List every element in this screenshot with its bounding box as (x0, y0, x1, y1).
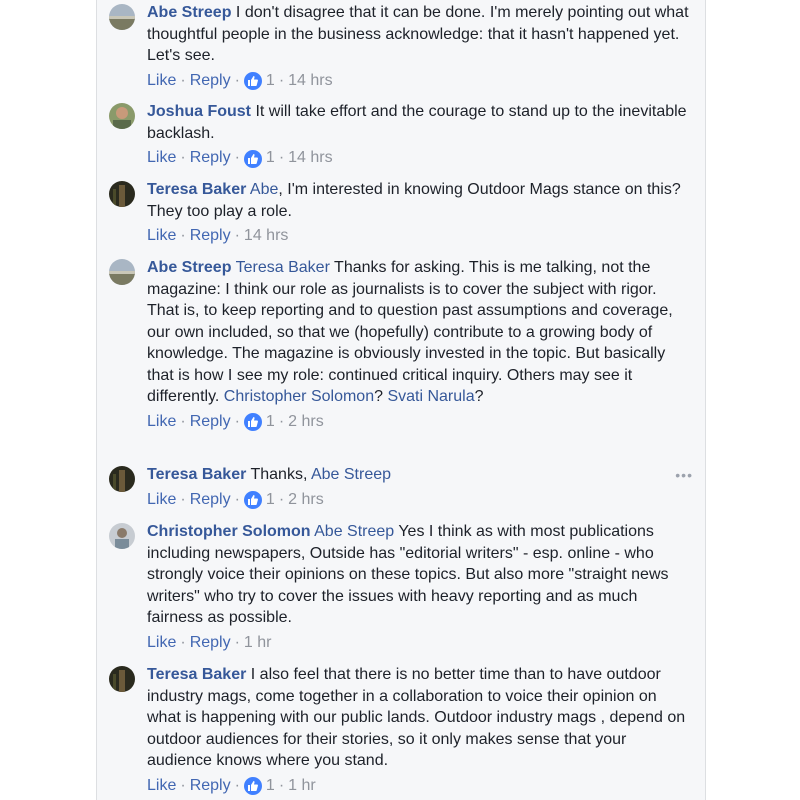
like-button[interactable]: Like (147, 411, 176, 432)
like-button[interactable]: Like (147, 70, 176, 91)
reply-button[interactable]: Reply (190, 632, 231, 653)
timestamp[interactable]: 14 hrs (288, 147, 332, 168)
author-link[interactable]: Teresa Baker (147, 181, 246, 198)
comment-actions: Like · Reply · 1 · 1 hr (147, 775, 316, 796)
author-link[interactable]: Teresa Baker (147, 666, 246, 683)
like-count[interactable]: 1 (266, 489, 275, 510)
like-button[interactable]: Like (147, 632, 176, 653)
like-button[interactable]: Like (147, 225, 176, 246)
like-button[interactable]: Like (147, 147, 176, 168)
reply-button[interactable]: Reply (190, 225, 231, 246)
avatar-teresa-baker[interactable] (109, 181, 135, 207)
comment-actions: Like · Reply · 14 hrs (147, 225, 289, 246)
thumbs-up-icon[interactable] (243, 491, 262, 509)
mention-link[interactable]: Abe Streep (311, 466, 391, 483)
like-count[interactable]: 1 (266, 147, 275, 168)
reply-button[interactable]: Reply (190, 411, 231, 432)
avatar-teresa-baker[interactable] (109, 466, 135, 492)
comment-actions: Like · Reply · 1 · 14 hrs (147, 70, 333, 91)
author-link[interactable]: Abe Streep (147, 259, 231, 276)
comment-text: Teresa Baker I also feel that there is n… (147, 666, 686, 769)
mention-link[interactable]: Svati Narula (387, 388, 474, 405)
thumbs-up-icon[interactable] (243, 413, 262, 431)
comment-text: Abe Streep I don't disagree that it can … (147, 4, 689, 64)
author-link[interactable]: Abe Streep (147, 4, 231, 21)
author-link[interactable]: Joshua Foust (147, 103, 251, 120)
timestamp[interactable]: 14 hrs (288, 70, 332, 91)
author-link[interactable]: Christopher Solomon (147, 523, 311, 540)
timestamp[interactable]: 1 hr (288, 775, 316, 796)
timestamp[interactable]: 1 hr (244, 632, 272, 653)
like-button[interactable]: Like (147, 489, 176, 510)
comment-actions: Like · Reply · 1 hr (147, 632, 272, 653)
reply-button[interactable]: Reply (190, 775, 231, 796)
comment-actions: Like · Reply · 1 · 2 hrs (147, 489, 324, 510)
mention-link[interactable]: Christopher Solomon (224, 388, 374, 405)
comments-panel: Abe Streep I don't disagree that it can … (96, 0, 706, 800)
reply-button[interactable]: Reply (190, 70, 231, 91)
more-options-icon[interactable]: ••• (675, 467, 693, 483)
mention-link[interactable]: Abe Streep (314, 523, 394, 540)
comment-text: Abe Streep Teresa Baker Thanks for askin… (147, 259, 673, 405)
comment-actions: Like · Reply · 1 · 14 hrs (147, 147, 333, 168)
like-button[interactable]: Like (147, 775, 176, 796)
comment-text: Teresa Baker Abe, I'm interested in know… (147, 181, 681, 220)
comment-text: Joshua Foust It will take effort and the… (147, 103, 687, 142)
avatar-joshua-foust[interactable] (109, 103, 135, 129)
thumbs-up-icon[interactable] (243, 72, 262, 90)
comment-actions: Like · Reply · 1 · 2 hrs (147, 411, 324, 432)
timestamp[interactable]: 2 hrs (288, 489, 324, 510)
thumbs-up-icon[interactable] (243, 149, 262, 168)
like-count[interactable]: 1 (266, 775, 275, 796)
mention-link[interactable]: Teresa Baker (236, 259, 330, 276)
avatar-teresa-baker[interactable] (109, 666, 135, 692)
reply-button[interactable]: Reply (190, 489, 231, 510)
avatar-abe-streep[interactable] (109, 4, 135, 30)
comment-text: Teresa Baker Thanks, Abe Streep (147, 466, 392, 483)
timestamp[interactable]: 2 hrs (288, 411, 324, 432)
mention-link[interactable]: Abe (250, 181, 278, 198)
comment-text: Christopher Solomon Abe Streep Yes I thi… (147, 523, 669, 626)
reply-button[interactable]: Reply (190, 147, 231, 168)
thumbs-up-icon[interactable] (243, 777, 262, 795)
like-count[interactable]: 1 (266, 70, 275, 91)
like-count[interactable]: 1 (266, 411, 275, 432)
avatar-christopher-solomon[interactable] (109, 523, 135, 549)
avatar-abe-streep[interactable] (109, 259, 135, 285)
author-link[interactable]: Teresa Baker (147, 466, 246, 483)
timestamp[interactable]: 14 hrs (244, 225, 288, 246)
